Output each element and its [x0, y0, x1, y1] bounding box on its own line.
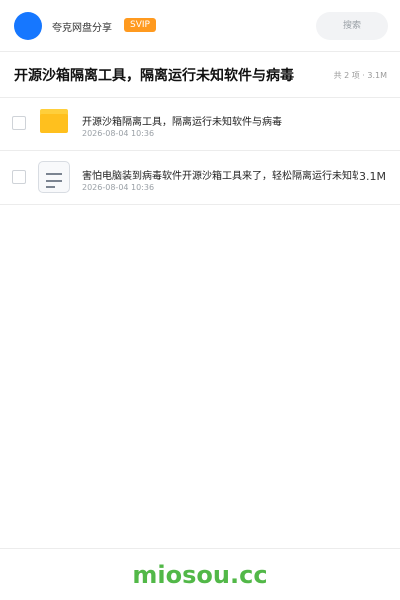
document-icon — [38, 161, 70, 193]
brand-name: 夸克网盘分享 — [52, 23, 112, 34]
share-meta: 共 2 项 · 3.1M — [333, 71, 387, 80]
file-size: 3.1M — [359, 170, 386, 183]
file-name[interactable]: 开源沙箱隔离工具，隔离运行未知软件与病毒 — [82, 113, 358, 128]
avatar[interactable] — [14, 12, 42, 40]
folder-icon — [38, 107, 70, 139]
footer: miosou.cc — [0, 548, 400, 600]
select-checkbox[interactable] — [12, 170, 26, 184]
file-row[interactable]: 开源沙箱隔离工具，隔离运行未知软件与病毒 2026-08-04 10:36 — [0, 97, 400, 151]
footer-logo[interactable]: miosou.cc — [0, 561, 400, 589]
header: 夸克网盘分享 SVIP 搜索 — [0, 0, 400, 52]
file-date: 2026-08-04 10:36 — [82, 129, 155, 138]
svip-badge[interactable]: SVIP — [124, 18, 156, 32]
select-checkbox[interactable] — [12, 116, 26, 130]
page-title: 开源沙箱隔离工具，隔离运行未知软件与病毒 — [14, 68, 294, 84]
search-input[interactable]: 搜索 — [316, 12, 388, 40]
file-date: 2026-08-04 10:36 — [82, 183, 155, 192]
file-name[interactable]: 害怕电脑装到病毒软件开源沙箱工具来了，轻松隔离运行未知软件 — [82, 167, 358, 182]
share-title-bar: 开源沙箱隔离工具，隔离运行未知软件与病毒 共 2 项 · 3.1M — [0, 52, 400, 98]
file-row[interactable]: 害怕电脑装到病毒软件开源沙箱工具来了，轻松隔离运行未知软件 2026-08-04… — [0, 151, 400, 205]
